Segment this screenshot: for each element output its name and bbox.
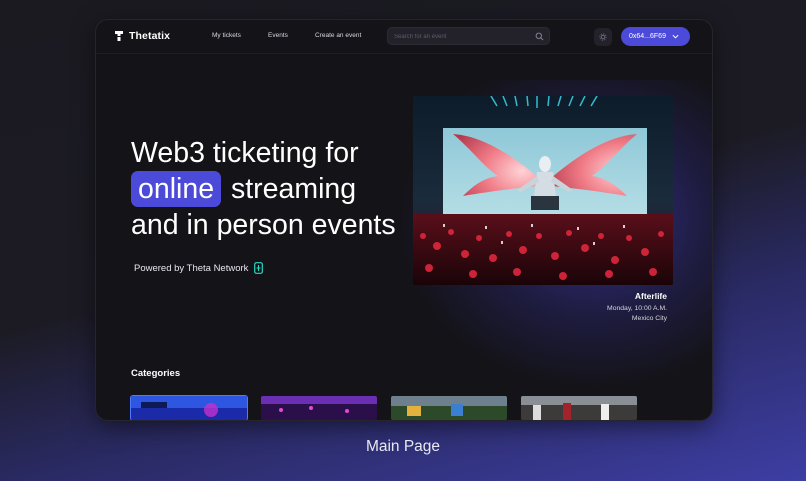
nav-events[interactable]: Events	[268, 32, 288, 39]
hero-headline: Web3 ticketing for online streaming and …	[131, 135, 396, 243]
nav-my-tickets[interactable]: My tickets	[212, 32, 241, 39]
category-card[interactable]	[261, 396, 377, 420]
brand-name: Thetatix	[129, 30, 171, 42]
hero-line-2: online streaming	[131, 171, 396, 207]
category-thumbnail	[261, 396, 377, 420]
app-window: Thetatix My tickets Events Create an eve…	[96, 20, 712, 420]
hero-line-1: Web3 ticketing for	[131, 137, 359, 169]
event-datetime: Monday, 10:00 A.M.	[607, 305, 667, 312]
wallet-button[interactable]: 0x64...6F69	[621, 27, 690, 46]
thetatix-logo-icon	[115, 31, 123, 41]
hero-line-3: and in person events	[131, 209, 396, 241]
category-thumbnail	[391, 396, 507, 420]
search-icon[interactable]	[535, 32, 544, 41]
event-location: Mexico City	[631, 315, 667, 322]
hero-line-2-rest: streaming	[231, 173, 357, 205]
category-card[interactable]	[131, 396, 247, 420]
featured-event-info: Afterlife Monday, 10:00 A.M. Mexico City	[607, 291, 667, 324]
top-navigation-bar: Thetatix My tickets Events Create an eve…	[96, 20, 712, 54]
hero-highlight-word: online	[131, 171, 222, 207]
search-input[interactable]	[394, 31, 532, 42]
powered-by: Powered by Theta Network	[134, 262, 264, 274]
powered-by-text: Powered by Theta Network	[134, 262, 249, 274]
nav-create-event[interactable]: Create an event	[315, 32, 361, 39]
category-thumbnail	[131, 396, 247, 420]
featured-event-image[interactable]	[413, 96, 673, 285]
category-thumbnail	[521, 396, 637, 420]
wallet-address: 0x64...6F69	[629, 33, 666, 40]
settings-icon	[599, 33, 607, 41]
theta-network-icon	[254, 262, 264, 274]
category-card[interactable]	[391, 396, 507, 420]
concert-stage-illustration	[413, 96, 673, 285]
screen-caption: Main Page	[365, 438, 441, 455]
settings-button[interactable]	[594, 28, 612, 46]
brand-logo[interactable]: Thetatix	[114, 30, 170, 42]
chevron-down-icon	[672, 34, 679, 39]
category-card[interactable]	[521, 396, 637, 420]
event-name: Afterlife	[634, 291, 667, 301]
categories-heading: Categories	[131, 368, 181, 379]
search-box[interactable]	[387, 27, 550, 45]
